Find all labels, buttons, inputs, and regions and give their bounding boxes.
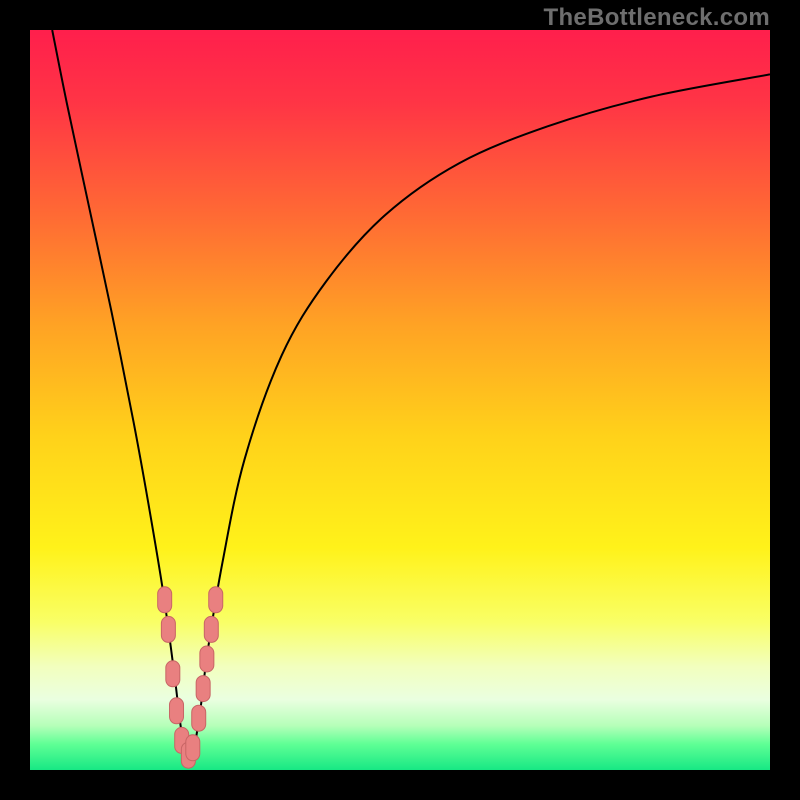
data-marker (209, 587, 223, 613)
data-marker (170, 698, 184, 724)
data-marker (196, 676, 210, 702)
plot-area (30, 30, 770, 770)
bottleneck-chart (30, 30, 770, 770)
data-marker (186, 735, 200, 761)
data-marker (204, 616, 218, 642)
data-marker (158, 587, 172, 613)
data-marker (166, 661, 180, 687)
data-marker (161, 616, 175, 642)
chart-frame: TheBottleneck.com (0, 0, 800, 800)
watermark-text: TheBottleneck.com (544, 4, 770, 32)
gradient-background (30, 30, 770, 770)
data-marker (192, 705, 206, 731)
data-marker (200, 646, 214, 672)
